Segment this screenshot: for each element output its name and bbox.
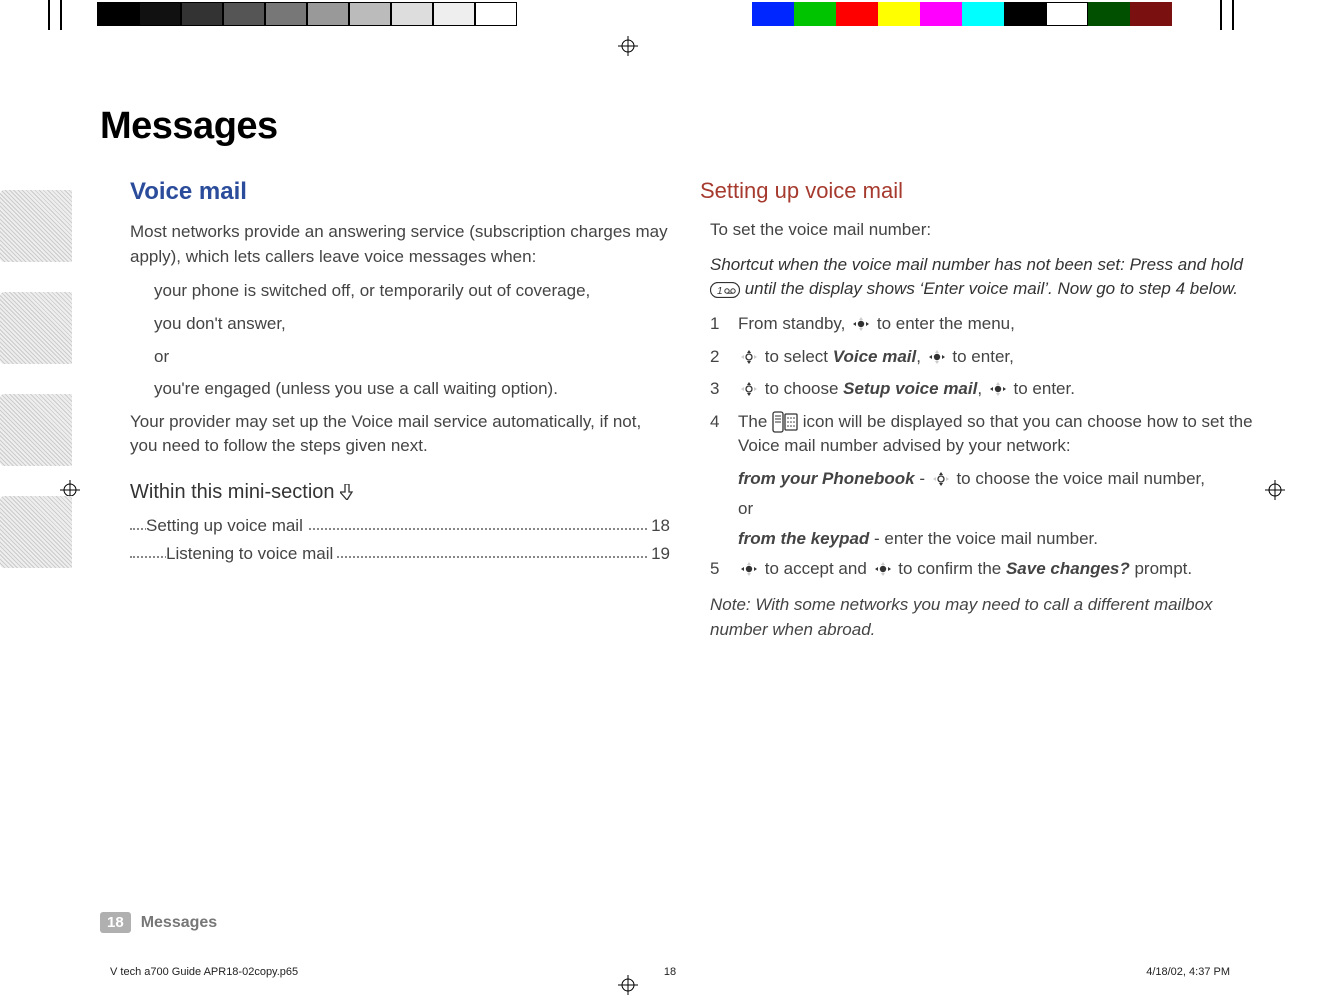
bullet-item: or [130,345,670,370]
phonebook-keypad-icon [772,411,798,433]
step-5: 5 to accept and to confirm the Save chan… [710,557,1270,582]
toc-row: Listening to voice mail 19 [130,542,670,564]
step-text: to enter the menu, [872,314,1015,333]
chapter-title: Messages [100,105,1270,148]
nav-center-icon [872,560,894,578]
key-1-voicemail-icon: 1 [710,281,740,297]
toc-label: Listening to voice mail [166,544,337,563]
nav-center-icon [926,348,948,366]
option-text: - [915,469,930,488]
menu-item-label: Voice mail [833,347,916,366]
section-title-setting-up: Setting up voice mail [700,178,1270,204]
step-text: prompt. [1130,559,1192,578]
prompt-label: Save changes? [1006,559,1130,578]
step-text: to select [760,347,833,366]
lead-paragraph: To set the voice mail number: [710,218,1270,243]
page-number-badge: 18 [100,912,131,933]
step-text: to confirm the [894,559,1006,578]
step-4-or: or [710,497,1270,521]
step-4-option-1: from your Phonebook - to choose the voic… [710,467,1270,491]
crop-mark [48,0,50,30]
mini-section-heading: Within this mini-section [130,481,670,504]
section-title-voice-mail: Voice mail [130,178,670,206]
shortcut-text-post: until the display shows ‘Enter voice mai… [740,279,1238,298]
nav-updown-icon [738,380,760,398]
bullet-item: your phone is switched off, or temporari… [130,279,670,304]
option-label: from the keypad [738,529,869,548]
step-text: to enter. [1009,379,1075,398]
step-text: The [738,412,772,431]
option-text: to choose the voice mail number, [952,469,1205,488]
nav-updown-icon [738,348,760,366]
print-metadata-footer: V tech a700 Guide APR18-02copy.p65 18 4/… [110,966,1230,978]
step-text: to accept and [760,559,872,578]
page-footer: 18 Messages [100,912,1270,933]
mini-section-label: Within this mini-section [130,481,335,503]
step-text: , [977,379,986,398]
steps-list-continued: 5 to accept and to confirm the Save chan… [710,557,1270,582]
step-text: From standby, [738,314,850,333]
crop-mark [60,0,62,30]
steps-list: 1 From standby, to enter the menu, 2 to … [710,312,1270,459]
step-text: to enter, [948,347,1014,366]
print-filename: V tech a700 Guide APR18-02copy.p65 [110,966,298,978]
nav-updown-icon [930,470,952,488]
step-number: 1 [710,312,719,337]
shortcut-note: Shortcut when the voice mail number has … [710,253,1270,302]
nav-center-icon [850,315,872,333]
step-number: 4 [710,410,719,435]
bullet-item: you don't answer, [130,312,670,337]
print-sheet-number: 18 [664,966,676,978]
nav-center-icon [738,560,760,578]
footer-chapter-title: Messages [141,914,218,932]
option-text: - enter the voice mail number. [869,529,1098,548]
grayscale-calibration-bar [97,2,517,26]
nav-center-icon [987,380,1009,398]
page-content: Messages Voice mail Most networks provid… [100,105,1270,938]
svg-text:1: 1 [717,286,723,297]
step-4-option-2: from the keypad - enter the voice mail n… [710,527,1270,551]
footnote: Note: With some networks you may need to… [710,593,1270,642]
toc-label: Setting up voice mail [146,516,307,535]
step-text: , [916,347,925,366]
arrow-down-icon [340,483,354,499]
step-2: 2 to select Voice mail, to enter, [710,345,1270,370]
print-timestamp: 4/18/02, 4:37 PM [1146,966,1230,978]
step-text: icon will be displayed so that you can c… [738,412,1253,456]
step-number: 2 [710,345,719,370]
bullet-item: you're engaged (unless you use a call wa… [130,377,670,402]
step-3: 3 to choose Setup voice mail, to enter. [710,377,1270,402]
color-calibration-bar [752,2,1172,26]
step-number: 3 [710,377,719,402]
registration-mark-icon [618,36,638,56]
toc-page-number: 19 [647,542,670,567]
toc-row: Setting up voice mail 18 [130,514,670,536]
crop-mark [1220,0,1222,30]
crop-mark [1232,0,1234,30]
option-label: from your Phonebook [738,469,915,488]
intro-paragraph: Most networks provide an answering servi… [130,220,670,269]
step-1: 1 From standby, to enter the menu, [710,312,1270,337]
step-number: 5 [710,557,719,582]
menu-item-label: Setup voice mail [843,379,977,398]
outro-paragraph: Your provider may set up the Voice mail … [130,410,670,459]
step-text: to choose [760,379,843,398]
toc-page-number: 18 [647,514,670,539]
step-4: 4 The icon will be displayed so that you… [710,410,1270,459]
registration-mark-icon [618,975,638,995]
shortcut-text-pre: Shortcut when the voice mail number has … [710,255,1243,274]
thumb-index-tabs [0,190,72,598]
